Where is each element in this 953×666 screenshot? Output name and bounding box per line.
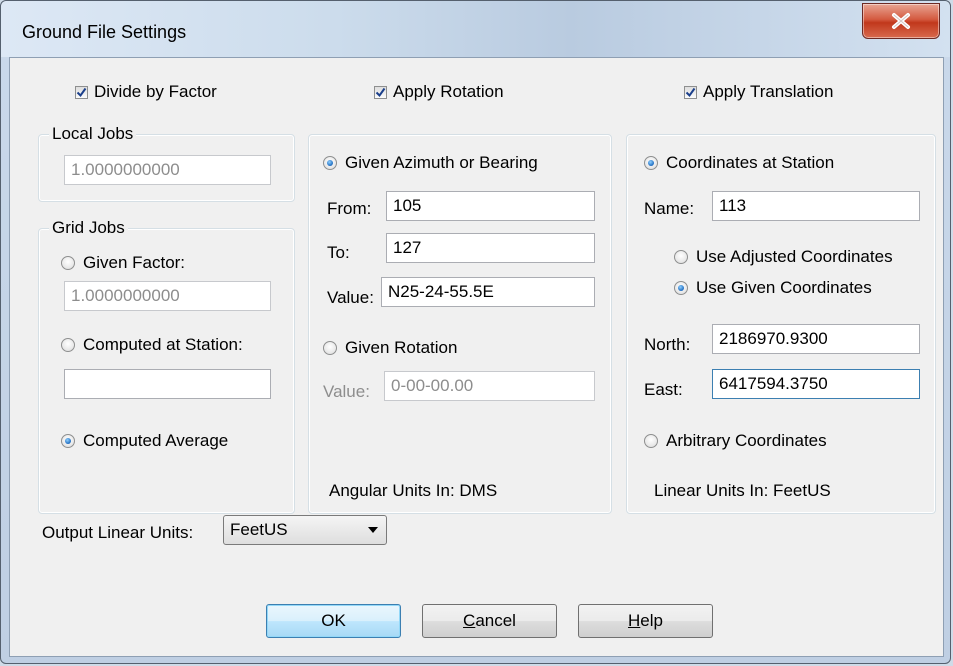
output-linear-units-value: FeetUS: [230, 520, 288, 539]
apply-rotation-checkbox[interactable]: Apply Rotation: [374, 82, 504, 102]
close-icon: [892, 13, 910, 29]
window-title: Ground File Settings: [22, 22, 187, 42]
given-rotation-radio[interactable]: Given Rotation: [323, 338, 457, 358]
title-bar[interactable]: Ground File Settings: [1, 1, 950, 57]
north-label: North:: [644, 335, 691, 354]
to-label: To:: [327, 243, 350, 262]
ok-button[interactable]: OK: [266, 604, 401, 638]
rotation-group: Given Azimuth or Bearing From: 105 To: 1…: [308, 134, 612, 514]
radio-button: [674, 281, 688, 295]
dialog-client-area: Divide by Factor Apply Rotation Apply Tr…: [9, 57, 944, 657]
use-given-coordinates-radio[interactable]: Use Given Coordinates: [674, 278, 872, 298]
arbitrary-coordinates-radio[interactable]: Arbitrary Coordinates: [644, 431, 827, 451]
computed-average-label: Computed Average: [83, 431, 229, 450]
from-label: From:: [327, 199, 372, 218]
radio-button: [644, 156, 658, 170]
cancel-accelerator: C: [463, 611, 476, 630]
given-azimuth-radio[interactable]: Given Azimuth or Bearing: [323, 153, 538, 173]
radio-button: [323, 156, 337, 170]
use-adjusted-coordinates-label: Use Adjusted Coordinates: [696, 247, 893, 266]
computed-at-station-label: Computed at Station:: [83, 335, 243, 354]
checkbox-box: [75, 85, 88, 99]
use-adjusted-coordinates-radio[interactable]: Use Adjusted Coordinates: [674, 247, 893, 267]
output-linear-units-label: Output Linear Units:: [42, 523, 194, 542]
name-label: Name:: [644, 199, 695, 218]
apply-rotation-label: Apply Rotation: [393, 82, 504, 101]
cancel-label-rest: ancel: [475, 611, 516, 630]
local-jobs-group: Local Jobs 1.0000000000: [38, 124, 295, 202]
cancel-button[interactable]: Cancel: [422, 604, 557, 638]
use-given-coordinates-label: Use Given Coordinates: [696, 278, 872, 297]
chevron-down-icon: [368, 527, 378, 533]
angular-units-text: Angular Units In: DMS: [329, 481, 498, 500]
arbitrary-coordinates-label: Arbitrary Coordinates: [666, 431, 827, 450]
help-button[interactable]: Help: [578, 604, 713, 638]
computed-average-radio[interactable]: Computed Average: [61, 431, 228, 451]
given-azimuth-label: Given Azimuth or Bearing: [345, 153, 538, 172]
divide-by-factor-label: Divide by Factor: [94, 82, 217, 101]
radio-button: [674, 250, 688, 264]
checkbox-box: [374, 85, 387, 99]
station-name-field[interactable]: 113: [712, 191, 920, 221]
given-factor-field[interactable]: 1.0000000000: [64, 281, 271, 311]
close-button[interactable]: [862, 3, 940, 39]
help-label-rest: elp: [640, 611, 663, 630]
checkbox-box: [684, 85, 697, 99]
given-rotation-label: Given Rotation: [345, 338, 458, 357]
radio-button: [61, 434, 75, 448]
radio-button: [644, 434, 658, 448]
local-jobs-label: Local Jobs: [49, 124, 137, 144]
check-icon: [375, 87, 386, 97]
east-label: East:: [644, 380, 683, 399]
radio-button: [61, 338, 75, 352]
help-accelerator: H: [628, 611, 641, 630]
north-field[interactable]: 2186970.9300: [712, 324, 920, 354]
check-icon: [76, 87, 87, 97]
given-factor-label: Given Factor:: [83, 253, 186, 272]
coordinates-at-station-radio[interactable]: Coordinates at Station: [644, 153, 834, 173]
rotation-value-label: Value:: [323, 382, 370, 401]
rotation-value-field[interactable]: 0-00-00.00: [384, 371, 595, 401]
to-field[interactable]: 127: [386, 233, 595, 263]
value-label: Value:: [327, 288, 374, 307]
local-jobs-factor-field[interactable]: 1.0000000000: [64, 155, 271, 185]
east-field[interactable]: 6417594.3750: [712, 369, 920, 399]
linear-units-text: Linear Units In: FeetUS: [654, 481, 831, 500]
bearing-value-field[interactable]: N25-24-55.5E: [381, 277, 595, 307]
apply-translation-checkbox[interactable]: Apply Translation: [684, 82, 833, 102]
divide-by-factor-checkbox[interactable]: Divide by Factor: [75, 82, 217, 102]
computed-at-station-radio[interactable]: Computed at Station:: [61, 335, 243, 355]
dialog-window: Ground File Settings Divide by Factor Ap…: [0, 0, 951, 664]
translation-group: Coordinates at Station Name: 113 Use Adj…: [626, 134, 936, 514]
coordinates-at-station-label: Coordinates at Station: [666, 153, 835, 172]
radio-button: [323, 341, 337, 355]
given-factor-radio[interactable]: Given Factor:: [61, 253, 185, 273]
grid-jobs-label: Grid Jobs: [49, 218, 128, 238]
radio-button: [61, 256, 75, 270]
from-field[interactable]: 105: [386, 191, 595, 221]
computed-at-station-field[interactable]: [64, 369, 271, 399]
grid-jobs-group: Grid Jobs Given Factor: 1.0000000000 Com…: [38, 218, 295, 514]
apply-translation-label: Apply Translation: [703, 82, 834, 101]
output-linear-units-select[interactable]: FeetUS: [223, 515, 387, 545]
check-icon: [685, 87, 696, 97]
